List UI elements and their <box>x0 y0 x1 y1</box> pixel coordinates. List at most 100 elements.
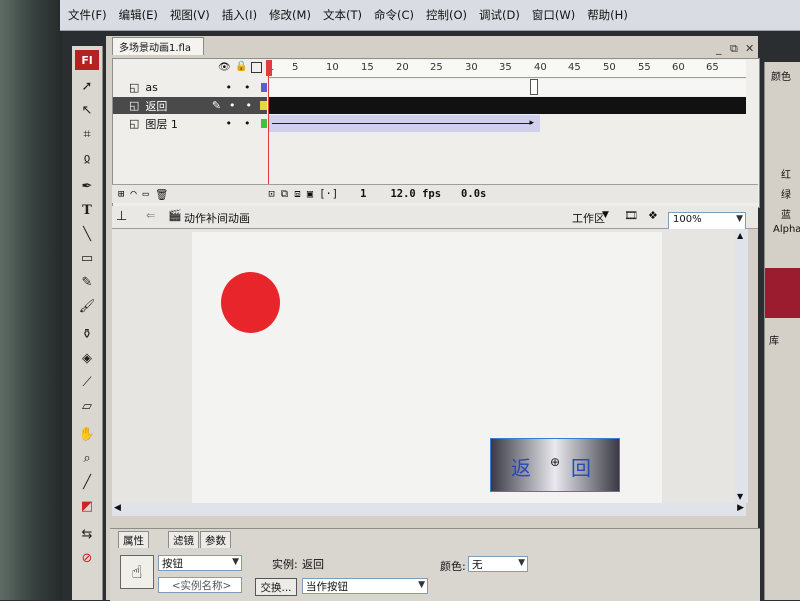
pencil-tool-icon[interactable]: ✎ <box>77 272 97 292</box>
add-folder-icon[interactable]: ▭ <box>143 188 149 200</box>
delete-layer-icon[interactable]: 🗑 <box>155 188 168 201</box>
visibility-dot[interactable]: • <box>226 81 233 94</box>
add-layer-icon[interactable]: ⊞ <box>118 188 124 200</box>
color-chevron-down-icon[interactable]: ▼ <box>518 558 525 568</box>
eyedropper-tool-icon[interactable]: ⟋ <box>77 372 97 392</box>
menu-file[interactable]: 文件(F) <box>68 7 107 23</box>
brush-tool-icon[interactable]: 🖌 <box>77 296 97 316</box>
restore-icon[interactable]: ⧉ <box>730 42 738 56</box>
free-transform-tool-icon[interactable]: ⌗ <box>77 124 97 144</box>
red-circle-shape[interactable] <box>221 272 280 333</box>
hand-tool-icon[interactable]: ✋ <box>77 424 97 444</box>
eraser-tool-icon[interactable]: ▱ <box>77 396 97 416</box>
zoom-chevron-down-icon[interactable]: ▼ <box>736 214 743 224</box>
menu-window[interactable]: 窗口(W) <box>532 7 575 23</box>
scroll-right-icon[interactable]: ▶ <box>737 503 744 513</box>
layer-color-swatch[interactable] <box>260 83 267 92</box>
workspace-chevron-down-icon[interactable]: ▼ <box>602 210 609 220</box>
back-arrow-icon[interactable]: ⇐ <box>146 209 155 222</box>
menu-debug[interactable]: 调试(D) <box>479 7 520 23</box>
menu-text[interactable]: 文本(T) <box>323 7 362 23</box>
add-guide-icon[interactable]: ◠ <box>130 188 136 200</box>
lock-dot[interactable]: • <box>244 81 251 94</box>
outline-icon[interactable] <box>251 62 262 73</box>
color-effect-select[interactable]: 无 ▼ <box>468 556 528 572</box>
line-tool-icon[interactable]: ╲ <box>77 224 97 244</box>
scroll-down-icon[interactable]: ▼ <box>737 492 743 501</box>
layer-icon: ◱ <box>129 81 140 94</box>
layer-color-swatch[interactable] <box>260 119 267 128</box>
timeline-toggle-icon[interactable]: ⊥ <box>116 209 127 224</box>
tab-parameters[interactable]: 参数 <box>200 531 231 548</box>
eye-icon[interactable]: 👁 <box>218 62 231 73</box>
visibility-dot[interactable]: • <box>229 99 236 112</box>
edit-symbol-icon[interactable]: ❖ <box>648 209 658 222</box>
selection-tool-icon[interactable]: ➚ <box>77 76 97 96</box>
color-effect-label: 颜色: <box>440 560 466 573</box>
menu-control[interactable]: 控制(O) <box>426 7 467 23</box>
swap-colors-icon[interactable]: ⇆ <box>77 524 97 544</box>
menu-commands[interactable]: 命令(C) <box>374 7 414 23</box>
fill-color-icon[interactable]: ◩ <box>77 496 97 516</box>
edit-scene-icon[interactable]: 🎞 <box>624 209 638 222</box>
workspace-dropdown[interactable]: 工作区 <box>572 210 605 226</box>
onion-skin-icon[interactable]: ⧉ <box>281 188 289 201</box>
playhead[interactable] <box>266 60 272 76</box>
layer-color-swatch[interactable] <box>260 101 267 110</box>
behavior-chevron-down-icon[interactable]: ▼ <box>232 557 239 567</box>
lock-icon[interactable]: 🔒 <box>235 61 247 72</box>
scroll-left-icon[interactable]: ◀ <box>114 503 121 513</box>
ink-bottle-tool-icon[interactable]: ⚱ <box>77 324 97 344</box>
edit-multiple-frames-icon[interactable]: ▣ <box>307 188 313 200</box>
layer-row-selected[interactable]: ◱ 返回 ✎ • • <box>113 97 267 114</box>
return-button-left-char: 返 <box>511 456 531 480</box>
pen-tool-icon[interactable]: ✒ <box>77 176 97 196</box>
onion-markers-icon[interactable]: [·] <box>319 188 338 200</box>
layer-row[interactable]: ◱ as • • <box>113 79 267 96</box>
swap-button[interactable]: 交换... <box>255 578 297 596</box>
menu-edit[interactable]: 编辑(E) <box>119 7 158 23</box>
onion-outline-icon[interactable]: ⧈ <box>294 188 301 201</box>
rectangle-tool-icon[interactable]: ▭ <box>77 248 97 268</box>
stroke-color-icon[interactable]: ╱ <box>77 472 97 492</box>
no-color-icon[interactable]: ⊘ <box>77 548 97 568</box>
frames-row-selected[interactable] <box>268 97 746 114</box>
lock-dot[interactable]: • <box>244 117 251 130</box>
ruler-tick: 40 <box>534 62 547 73</box>
frames-row[interactable] <box>268 79 746 96</box>
document-tab[interactable]: 多场景动画1.fla <box>112 37 204 55</box>
menu-help[interactable]: 帮助(H) <box>587 7 628 23</box>
center-frame-icon[interactable]: ⊡ <box>268 188 274 200</box>
paint-bucket-tool-icon[interactable]: ◈ <box>77 348 97 368</box>
track-chevron-down-icon[interactable]: ▼ <box>418 580 425 590</box>
keyframe-marker <box>530 79 538 95</box>
library-tab[interactable]: 库 <box>769 332 779 347</box>
tab-properties[interactable]: 属性 <box>118 531 149 548</box>
scroll-up-icon[interactable]: ▲ <box>737 231 743 240</box>
layer-row[interactable]: ◱ 图层 1 • • <box>113 115 267 132</box>
zoom-select[interactable]: 100% ▼ <box>668 212 746 230</box>
motion-tween-span[interactable]: ▸ <box>268 115 540 132</box>
subselection-tool-icon[interactable]: ↖ <box>77 100 97 120</box>
green-label: 绿 <box>781 190 791 201</box>
close-icon[interactable]: ✕ <box>745 42 754 55</box>
zoom-tool-icon[interactable]: ⌕ <box>77 448 97 468</box>
horizontal-scrollbar[interactable]: ◀ ▶ <box>112 503 746 516</box>
instance-name-input[interactable]: <实例名称> <box>158 577 242 593</box>
symbol-behavior-select[interactable]: 按钮 ▼ <box>158 555 242 571</box>
tab-filters[interactable]: 滤镜 <box>168 531 199 548</box>
track-as-select[interactable]: 当作按钮 ▼ <box>302 578 428 594</box>
lock-dot[interactable]: • <box>246 99 253 112</box>
menu-modify[interactable]: 修改(M) <box>269 7 311 23</box>
ruler-tick: 10 <box>326 62 339 73</box>
menu-view[interactable]: 视图(V) <box>170 7 210 23</box>
lasso-tool-icon[interactable]: ჲ <box>77 148 97 168</box>
visibility-dot[interactable]: • <box>226 117 233 130</box>
return-button-instance[interactable]: 返 ⊕ 回 <box>490 438 620 492</box>
text-tool-icon[interactable]: T <box>77 200 97 220</box>
timeline-ruler[interactable]: 1 5 10 15 20 25 30 35 40 45 50 55 60 65 <box>268 60 746 78</box>
minimize-icon[interactable]: _ <box>716 42 722 55</box>
vertical-scrollbar[interactable]: ▲ ▼ <box>735 229 748 503</box>
menu-insert[interactable]: 插入(I) <box>222 7 257 23</box>
color-panel-tab[interactable]: 颜色 <box>771 68 791 83</box>
